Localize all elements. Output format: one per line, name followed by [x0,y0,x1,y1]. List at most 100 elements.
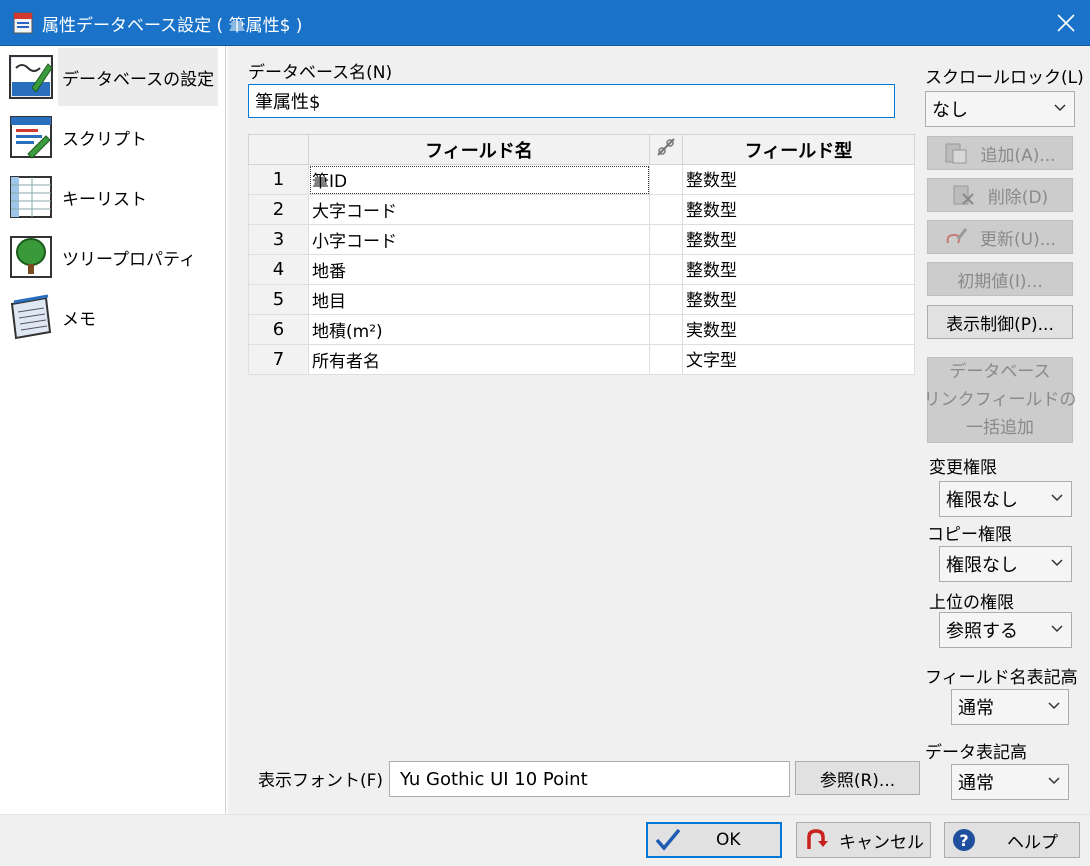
field-name-cell[interactable]: 大字コード [308,194,650,225]
field-grid[interactable]: フィールド名 フィールド型 1 筆ID 整数型 2 大字コード 整数型 3 小字… [248,134,915,375]
chevron-down-icon [1048,777,1060,785]
change-permission-value: 権限なし [946,490,1018,511]
sidebar-item-label: スクリプト [62,129,147,150]
column-header-field-type[interactable]: フィールド型 [682,134,915,165]
ok-label: OK [716,830,741,850]
display-font-field[interactable]: Yu Gothic UI 10 Point [389,761,790,797]
sidebar-item-tree-properties[interactable]: ツリープロパティ [6,228,220,286]
title-bar: 属性データベース設定 ( 筆属性$ ) [0,0,1090,46]
sidebar-item-label: キーリスト [62,189,147,210]
cancel-button[interactable]: キャンセル [796,822,931,858]
sidebar-item-script[interactable]: スクリプト [6,108,220,166]
column-header-field-name[interactable]: フィールド名 [308,134,650,165]
field-name-height-dropdown[interactable]: 通常 [951,689,1069,725]
link-cell[interactable] [649,224,683,255]
add-button[interactable]: 追加(A)... [927,136,1073,170]
delete-button[interactable]: 削除(D) [927,178,1073,212]
field-type-cell[interactable]: 実数型 [682,314,915,345]
field-type-cell[interactable]: 文字型 [682,344,915,375]
table-row[interactable]: 4 地番 整数型 [248,254,915,285]
field-name-cell[interactable]: 地積(m²) [308,314,650,345]
window-title: 属性データベース設定 ( 筆属性$ ) [42,16,303,36]
link-cell[interactable] [649,284,683,315]
link-cell[interactable] [649,314,683,345]
sidebar-item-database-settings[interactable]: データベースの設定 [6,48,220,106]
help-label: ヘルプ [1007,832,1058,853]
row-number: 3 [248,224,309,255]
sidebar-item-memo[interactable]: メモ [6,288,220,346]
field-name-cell[interactable]: 所有者名 [308,344,650,375]
link-field-bulk-add-button[interactable]: データベース リンクフィールドの 一括追加 [924,357,1076,443]
checkmark-icon [655,828,681,851]
database-name-input[interactable]: 筆属性$ [248,84,895,118]
update-button[interactable]: 更新(U)... [927,220,1073,254]
link-cell[interactable] [649,164,683,195]
chevron-down-icon [1051,625,1063,633]
copy-permission-dropdown[interactable]: 権限なし [939,546,1072,582]
update-label: 更新(U)... [980,229,1056,250]
upper-permission-dropdown[interactable]: 参照する [939,612,1072,648]
table-row[interactable]: 6 地積(m²) 実数型 [248,314,915,345]
field-name-cell[interactable]: 地目 [308,284,650,315]
help-icon: ? [953,829,975,851]
initial-value-label: 初期値(I)... [957,271,1043,292]
field-name-cell[interactable]: 地番 [308,254,650,285]
field-type-cell[interactable]: 整数型 [682,164,915,195]
browse-font-button[interactable]: 参照(R)... [795,761,920,795]
field-type-cell[interactable]: 整数型 [682,254,915,285]
help-button[interactable]: ? ヘルプ [944,822,1080,858]
link-cell[interactable] [649,254,683,285]
display-font-label: 表示フォント(F) [258,771,384,791]
add-icon [945,143,967,164]
field-type-cell[interactable]: 整数型 [682,284,915,315]
initial-value-button[interactable]: 初期値(I)... [927,262,1073,296]
add-label: 追加(A)... [980,145,1056,166]
link-icon [657,138,675,156]
change-permission-dropdown[interactable]: 権限なし [939,481,1072,517]
link-field-label-line3: 一括追加 [966,418,1034,438]
field-name-cell[interactable]: 小字コード [308,224,650,255]
browse-font-label: 参照(R)... [819,770,896,791]
table-row[interactable]: 5 地目 整数型 [248,284,915,315]
table-row[interactable]: 2 大字コード 整数型 [248,194,915,225]
svg-text:?: ? [959,831,968,850]
chevron-down-icon [1048,702,1060,710]
row-number: 5 [248,284,309,315]
display-control-button[interactable]: 表示制御(P)... [927,305,1073,339]
data-height-label: データ表記高 [925,743,1027,763]
field-type-cell[interactable]: 整数型 [682,224,915,255]
copy-permission-label: コピー権限 [927,525,1012,545]
field-type-cell[interactable]: 整数型 [682,194,915,225]
field-name-height-label: フィールド名表記高 [925,668,1078,688]
link-cell[interactable] [649,344,683,375]
row-number: 2 [248,194,309,225]
close-button[interactable] [1052,9,1080,37]
field-name-height-value: 通常 [958,698,994,719]
sidebar-item-label: ツリープロパティ [62,249,196,270]
ok-button[interactable]: OK [646,822,782,858]
sidebar-item-key-list[interactable]: キーリスト [6,168,220,226]
table-row[interactable]: 7 所有者名 文字型 [248,344,915,375]
chevron-down-icon [1051,494,1063,502]
column-header-link[interactable] [649,134,683,165]
database-name-value: 筆属性$ [255,92,321,113]
table-row[interactable]: 1 筆ID 整数型 [248,164,915,195]
update-icon [946,228,968,244]
field-name-cell[interactable]: 筆ID [308,164,650,195]
link-cell[interactable] [649,194,683,225]
memo-icon [8,294,54,340]
data-height-dropdown[interactable]: 通常 [951,764,1069,800]
row-number: 7 [248,344,309,375]
sidebar-item-label: データベースの設定 [62,69,215,90]
display-control-label: 表示制御(P)... [946,314,1054,335]
display-font-value: Yu Gothic UI 10 Point [400,768,588,790]
database-name-label: データベース名(N) [248,63,393,83]
upper-permission-value: 参照する [946,621,1018,642]
table-row[interactable]: 3 小字コード 整数型 [248,224,915,255]
app-icon [13,12,33,34]
row-number: 4 [248,254,309,285]
scroll-lock-dropdown[interactable]: なし [925,91,1075,127]
link-field-label-line2: リンクフィールドの [923,390,1077,410]
undo-arrow-icon [807,829,828,849]
upper-permission-label: 上位の権限 [929,593,1014,613]
